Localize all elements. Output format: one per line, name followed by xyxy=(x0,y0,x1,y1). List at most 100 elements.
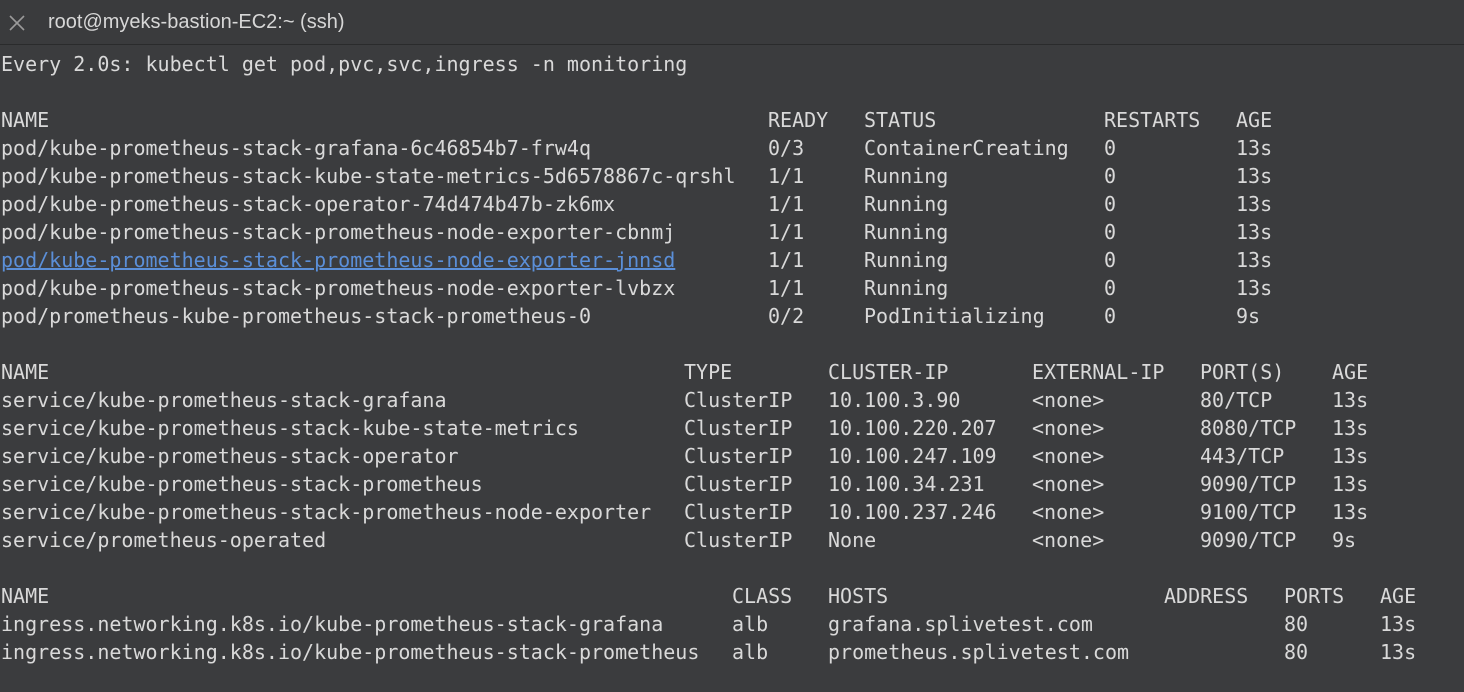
pod-name: pod/kube-prometheus-stack-kube-state-met… xyxy=(1,164,736,188)
pods-header-row: NAME READY STATUS RESTARTS AGE xyxy=(0,106,1464,134)
svc-ports: 9090/TCP xyxy=(1200,472,1297,496)
table-row: pod/kube-prometheus-stack-kube-state-met… xyxy=(0,162,1464,190)
svc-ports: 9090/TCP xyxy=(1200,528,1297,552)
pod-name: pod/kube-prometheus-stack-prometheus-nod… xyxy=(1,220,676,244)
ing-name: ingress.networking.k8s.io/kube-prometheu… xyxy=(1,612,664,636)
pod-status: PodInitializing xyxy=(864,304,1045,328)
svc-ports: 8080/TCP xyxy=(1200,416,1297,440)
svc-type: ClusterIP xyxy=(684,444,793,468)
pod-ready: 0/3 xyxy=(768,136,805,160)
svc-ports: 9100/TCP xyxy=(1200,500,1297,524)
table-row: pod/kube-prometheus-stack-operator-74d47… xyxy=(0,190,1464,218)
tab-title[interactable]: root@myeks-bastion-EC2:~ (ssh) xyxy=(48,11,345,34)
svc-cluster-ip: 10.100.34.231 xyxy=(828,472,985,496)
ing-hosts: prometheus.splivetest.com xyxy=(828,640,1130,664)
svc-name: service/prometheus-operated xyxy=(1,528,327,552)
pod-ready: 1/1 xyxy=(768,220,805,244)
svc-age: 13s xyxy=(1332,472,1369,496)
table-row: pod/kube-prometheus-stack-prometheus-nod… xyxy=(0,218,1464,246)
table-row: service/kube-prometheus-stack-kube-state… xyxy=(0,414,1464,442)
watch-header-line: Every 2.0s: kubectl get pod,pvc,svc,ingr… xyxy=(0,50,1464,78)
svc-name: service/kube-prometheus-stack-operator xyxy=(1,444,459,468)
pod-ready: 1/1 xyxy=(768,248,805,272)
pods-col-age: AGE xyxy=(1236,108,1273,132)
ing-col-hosts: HOSTS xyxy=(828,584,889,608)
pod-age: 13s xyxy=(1236,136,1273,160)
svc-external-ip: <none> xyxy=(1032,472,1105,496)
svc-type: ClusterIP xyxy=(684,388,793,412)
svc-ports: 443/TCP xyxy=(1200,444,1285,468)
ing-age: 13s xyxy=(1380,640,1417,664)
table-row: pod/prometheus-kube-prometheus-stack-pro… xyxy=(0,302,1464,330)
pod-status: ContainerCreating xyxy=(864,136,1069,160)
pods-col-status: STATUS xyxy=(864,108,937,132)
watch-header: Every 2.0s: kubectl get pod,pvc,svc,ingr… xyxy=(1,52,688,76)
svc-name: service/kube-prometheus-stack-grafana xyxy=(1,388,447,412)
pod-restarts: 0 xyxy=(1104,164,1117,188)
ing-col-name: NAME xyxy=(1,584,50,608)
pod-name: pod/kube-prometheus-stack-grafana-6c4685… xyxy=(1,136,592,160)
svc-type: ClusterIP xyxy=(684,416,793,440)
pod-ready: 1/1 xyxy=(768,192,805,216)
table-row: ingress.networking.k8s.io/kube-prometheu… xyxy=(0,638,1464,666)
table-row: service/kube-prometheus-stack-grafana Cl… xyxy=(0,386,1464,414)
svc-col-type: TYPE xyxy=(684,360,733,384)
pod-age: 13s xyxy=(1236,248,1273,272)
pod-restarts: 0 xyxy=(1104,192,1117,216)
ing-ports: 80 xyxy=(1284,612,1309,636)
pod-age: 9s xyxy=(1236,304,1261,328)
pods-col-name: NAME xyxy=(1,108,50,132)
ing-ports: 80 xyxy=(1284,640,1309,664)
svc-col-cluster-ip: CLUSTER-IP xyxy=(828,360,949,384)
close-tab-icon[interactable] xyxy=(6,12,28,34)
pods-col-restarts: RESTARTS xyxy=(1104,108,1201,132)
ingress-header-row: NAME CLASS HOSTS ADDRESS PORTS AGE xyxy=(0,582,1464,610)
pod-status: Running xyxy=(864,164,949,188)
svc-external-ip: <none> xyxy=(1032,388,1105,412)
svc-age: 13s xyxy=(1332,444,1369,468)
svc-col-age: AGE xyxy=(1332,360,1369,384)
pod-restarts: 0 xyxy=(1104,220,1117,244)
svc-type: ClusterIP xyxy=(684,528,793,552)
pod-ready: 1/1 xyxy=(768,276,805,300)
svc-name: service/kube-prometheus-stack-kube-state… xyxy=(1,416,579,440)
svc-external-ip: <none> xyxy=(1032,500,1105,524)
svc-name: service/kube-prometheus-stack-prometheus xyxy=(1,472,483,496)
table-row: pod/kube-prometheus-stack-prometheus-nod… xyxy=(0,274,1464,302)
pod-name-link[interactable]: pod/kube-prometheus-stack-prometheus-nod… xyxy=(1,249,675,271)
svc-name: service/kube-prometheus-stack-prometheus… xyxy=(1,500,652,524)
svc-age: 13s xyxy=(1332,500,1369,524)
pod-ready: 1/1 xyxy=(768,164,805,188)
ing-col-class: CLASS xyxy=(732,584,793,608)
ing-hosts: grafana.splivetest.com xyxy=(828,612,1093,636)
pod-restarts: 0 xyxy=(1104,248,1117,272)
table-row: service/prometheus-operated ClusterIP No… xyxy=(0,526,1464,554)
svc-col-external-ip: EXTERNAL-IP xyxy=(1032,360,1165,384)
ing-class: alb xyxy=(732,640,769,664)
table-row: pod/kube-prometheus-stack-grafana-6c4685… xyxy=(0,134,1464,162)
svc-ports: 80/TCP xyxy=(1200,388,1273,412)
terminal-output[interactable]: Every 2.0s: kubectl get pod,pvc,svc,ingr… xyxy=(0,46,1464,692)
table-row: service/kube-prometheus-stack-prometheus… xyxy=(0,470,1464,498)
svc-age: 13s xyxy=(1332,416,1369,440)
svc-type: ClusterIP xyxy=(684,500,793,524)
pod-age: 13s xyxy=(1236,276,1273,300)
table-row: ingress.networking.k8s.io/kube-prometheu… xyxy=(0,610,1464,638)
svc-age: 13s xyxy=(1332,388,1369,412)
ing-class: alb xyxy=(732,612,769,636)
pod-age: 13s xyxy=(1236,164,1273,188)
svc-col-ports: PORT(S) xyxy=(1200,360,1285,384)
ing-col-ports: PORTS xyxy=(1284,584,1345,608)
pod-status: Running xyxy=(864,276,949,300)
pod-restarts: 0 xyxy=(1104,276,1117,300)
pod-status: Running xyxy=(864,248,949,272)
pod-name: pod/kube-prometheus-stack-operator-74d47… xyxy=(1,192,616,216)
terminal-window: root@myeks-bastion-EC2:~ (ssh) Every 2.0… xyxy=(0,0,1464,692)
svc-cluster-ip: 10.100.237.246 xyxy=(828,500,997,524)
table-row: service/kube-prometheus-stack-prometheus… xyxy=(0,498,1464,526)
pod-age: 13s xyxy=(1236,192,1273,216)
svc-type: ClusterIP xyxy=(684,472,793,496)
ing-age: 13s xyxy=(1380,612,1417,636)
svc-cluster-ip: 10.100.220.207 xyxy=(828,416,997,440)
svc-cluster-ip: None xyxy=(828,528,877,552)
